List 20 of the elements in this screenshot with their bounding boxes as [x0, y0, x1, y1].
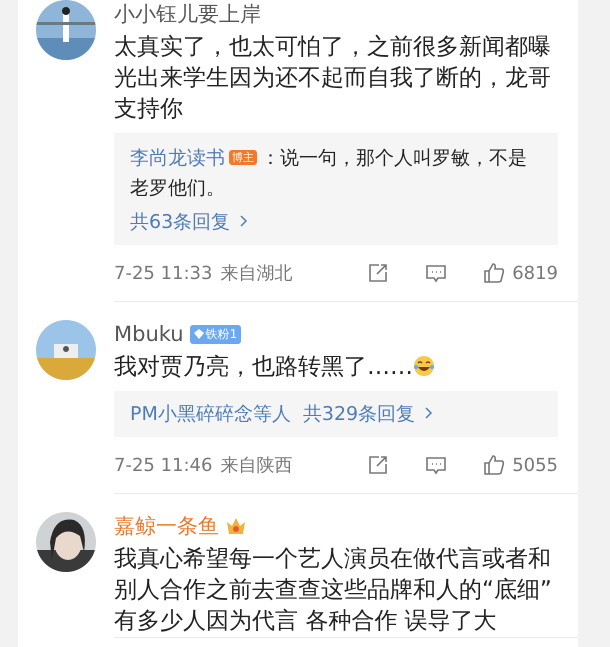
like-button[interactable]: 5055 [482, 453, 558, 477]
comment-text: 太真实了，也太可怕了，之前很多新闻都曝光出来学生因为还不起而自我了断的，龙哥支持你 [114, 33, 552, 124]
reply-count-link[interactable]: 共329条回复 [302, 401, 436, 427]
fan-badge: 铁粉1 [190, 324, 242, 344]
comment-time: 7-25 11:33 [114, 262, 212, 284]
reply-preview: 李尚龙读书 $^{博主}$ ：说一句，那个人叫罗敏，不是老罗他们。 [130, 146, 528, 201]
comment-location: 来自陕西 [220, 454, 294, 477]
comment-text: 我对贾乃亮，也路转黑了…… [114, 352, 578, 383]
username[interactable]: 小小钰儿要上岸 [114, 0, 261, 28]
username[interactable]: 嘉鲸一条鱼 [114, 512, 219, 540]
crown-icon [225, 516, 247, 536]
reply-count-link[interactable]: 共63条回复 [130, 209, 250, 235]
comment-location: 来自湖北 [220, 262, 294, 285]
thumbs-up-icon [482, 453, 506, 477]
comment-text: 我真心希望每一个艺人演员在做代言或者和别人合作之前去查查这些品牌和人的“底细” 有多少人因为代言 各种合作 误导了大 [114, 545, 553, 636]
reply-authors[interactable]: PM小黑碎碎念等人 [130, 401, 291, 427]
username[interactable]: Mbuku [114, 322, 184, 346]
like-button[interactable]: 6819 [482, 261, 558, 285]
thumbs-up-icon [482, 261, 506, 285]
comment-time: 7-25 11:46 [114, 454, 212, 476]
